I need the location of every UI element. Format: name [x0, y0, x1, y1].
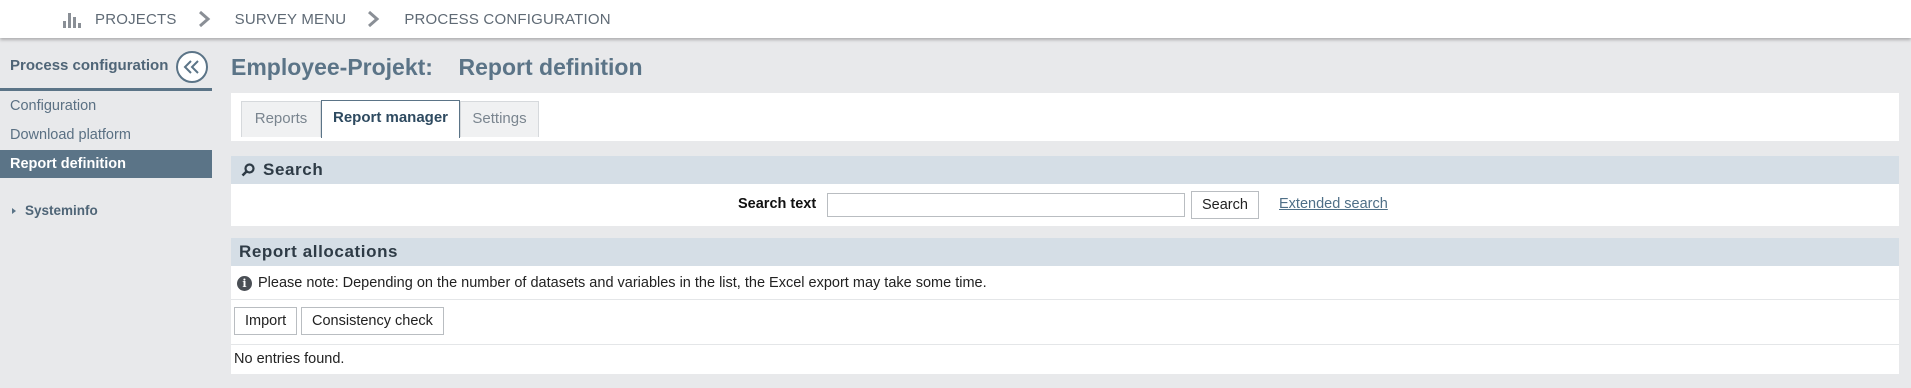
action-buttons-row: Import Consistency check: [231, 300, 1899, 345]
sidebar: Process configuration Configuration Down…: [0, 38, 212, 388]
page-heading: Report definition: [458, 54, 643, 80]
breadcrumb-survey-menu[interactable]: SURVEY MENU: [235, 11, 347, 28]
sidebar-item-download-platform[interactable]: Download platform: [0, 121, 212, 149]
report-allocations-heading: Report allocations: [239, 242, 399, 261]
magnifier-icon: [241, 163, 255, 177]
search-panel: Search text Search Extended search: [231, 184, 1899, 226]
consistency-check-button[interactable]: Consistency check: [301, 307, 444, 335]
double-chevron-left-icon: [183, 60, 199, 74]
tabs-panel: Reports Report manager Settings: [231, 93, 1899, 141]
search-heading: Search: [263, 160, 324, 179]
search-section-header: Search: [231, 156, 1899, 184]
tab-settings[interactable]: Settings: [460, 101, 539, 137]
breadcrumb: PROJECTS SURVEY MENU PROCESS CONFIGURATI…: [63, 0, 611, 38]
collapse-sidebar-button[interactable]: [176, 51, 208, 83]
page-title: Employee-Projekt: Report definition: [231, 54, 643, 81]
search-input[interactable]: [827, 193, 1185, 217]
report-allocations-panel: i Please note: Depending on the number o…: [231, 266, 1899, 374]
search-button[interactable]: Search: [1191, 191, 1259, 219]
sidebar-item-systeminfo[interactable]: Systeminfo: [12, 203, 98, 218]
breadcrumb-projects[interactable]: PROJECTS: [95, 11, 177, 28]
systeminfo-label: Systeminfo: [25, 203, 98, 218]
sidebar-item-report-definition[interactable]: Report definition: [0, 150, 212, 178]
sidebar-title: Process configuration: [10, 57, 169, 74]
chevron-right-icon: [197, 10, 211, 28]
bar-chart-icon[interactable]: [63, 10, 83, 28]
import-button[interactable]: Import: [234, 307, 298, 335]
expand-triangle-icon: [12, 207, 16, 214]
tab-report-manager[interactable]: Report manager: [321, 100, 460, 138]
project-name: Employee-Projekt:: [231, 54, 433, 80]
breadcrumb-process-configuration[interactable]: PROCESS CONFIGURATION: [404, 11, 610, 28]
info-icon: i: [237, 276, 252, 291]
search-text-label: Search text: [738, 196, 817, 212]
sidebar-item-configuration[interactable]: Configuration: [0, 92, 212, 120]
note-row: i Please note: Depending on the number o…: [231, 266, 1899, 300]
tab-reports[interactable]: Reports: [241, 101, 321, 137]
top-navigation-bar: PROJECTS SURVEY MENU PROCESS CONFIGURATI…: [0, 0, 1911, 38]
export-note: Please note: Depending on the number of …: [258, 275, 987, 291]
report-allocations-header: Report allocations: [231, 238, 1899, 266]
chevron-right-icon: [366, 10, 380, 28]
sidebar-header: Process configuration: [0, 48, 212, 91]
empty-state-text: No entries found.: [234, 351, 345, 367]
extended-search-link[interactable]: Extended search: [1279, 196, 1388, 212]
